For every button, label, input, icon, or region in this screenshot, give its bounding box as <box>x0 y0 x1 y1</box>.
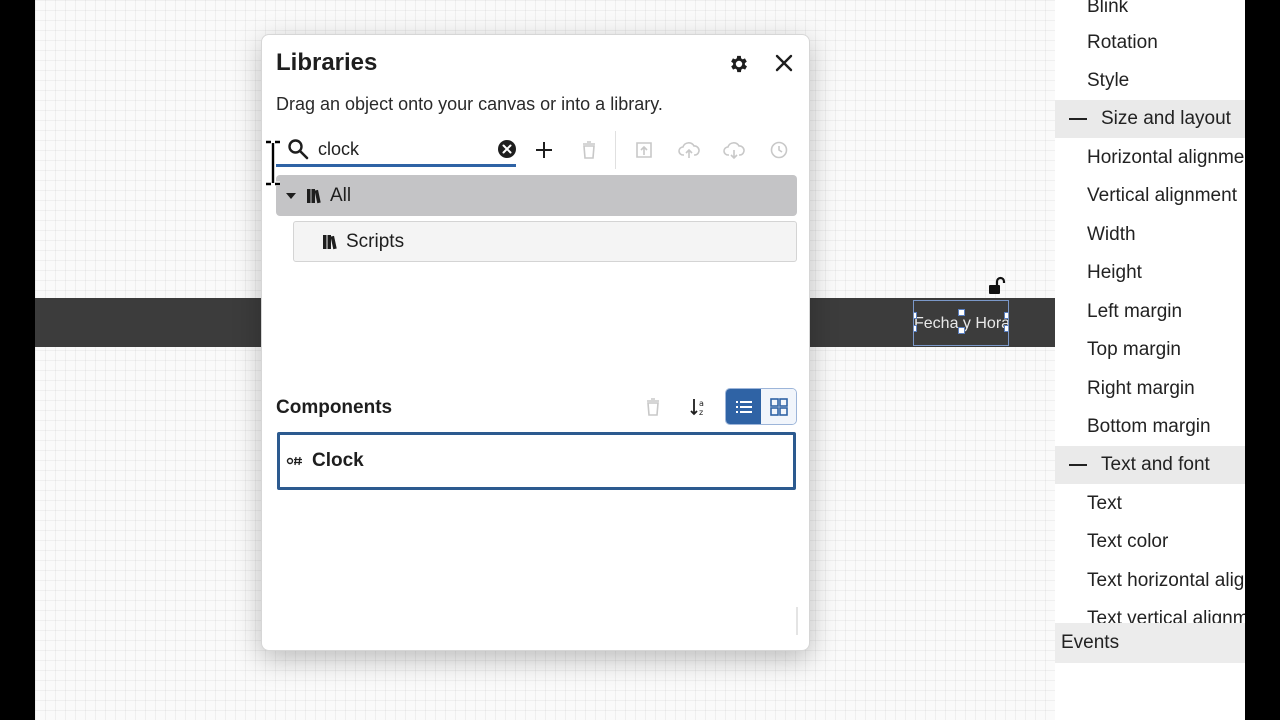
sort-icon[interactable]: a z <box>688 396 710 418</box>
dialog-subtitle: Drag an object onto your canvas or into … <box>276 94 663 114</box>
tree-node-scripts[interactable]: Scripts <box>293 221 797 262</box>
history-icon[interactable] <box>768 139 790 161</box>
svg-text:a: a <box>699 399 704 408</box>
search-box <box>276 133 516 167</box>
resize-handle[interactable] <box>1004 312 1008 319</box>
tree-node-all[interactable]: All <box>276 175 797 216</box>
list-view-icon <box>735 400 752 413</box>
resize-handle[interactable] <box>914 312 917 319</box>
section-size-and-layout[interactable]: Size and layout <box>1055 100 1245 138</box>
resize-handle[interactable] <box>958 309 965 316</box>
properties-panel: Blink Rotation Style Size and layout Hor… <box>1055 0 1245 720</box>
collapse-icon <box>1069 118 1087 120</box>
scrollbar[interactable] <box>796 607 798 635</box>
grid-view-icon <box>769 397 788 416</box>
tree-node-label: All <box>330 184 352 206</box>
prop-text-color[interactable]: Text color <box>1087 531 1168 553</box>
dialog-title: Libraries <box>276 49 378 76</box>
library-icon <box>323 234 337 249</box>
chevron-down-icon[interactable] <box>284 189 298 203</box>
prop-bottom-margin[interactable]: Bottom margin <box>1087 416 1211 438</box>
cloud-upload-icon[interactable] <box>678 139 700 161</box>
prop-right-margin[interactable]: Right margin <box>1087 378 1195 400</box>
collapse-icon <box>1069 464 1087 466</box>
libraries-dialog: Libraries Drag an object onto your canva… <box>261 34 810 651</box>
prop-top-margin[interactable]: Top margin <box>1087 339 1181 361</box>
component-icon <box>286 456 302 466</box>
close-icon[interactable] <box>772 51 796 75</box>
prop-text[interactable]: Text <box>1087 493 1122 515</box>
gear-icon[interactable] <box>728 53 750 75</box>
prop-vertical-alignment[interactable]: Vertical alignment <box>1087 185 1237 207</box>
tree-node-label: Scripts <box>346 230 405 252</box>
section-title: Text and font <box>1101 454 1210 475</box>
component-item-clock[interactable]: Clock <box>277 432 796 490</box>
window-edge <box>1245 0 1280 720</box>
resize-handle[interactable] <box>958 327 965 334</box>
lock-open-icon[interactable] <box>986 276 1006 296</box>
events-tab[interactable]: Events <box>1055 623 1245 663</box>
components-title: Components <box>276 397 393 418</box>
prop-left-margin[interactable]: Left margin <box>1087 301 1182 323</box>
section-text-and-font[interactable]: Text and font <box>1055 446 1245 484</box>
cloud-download-icon[interactable] <box>723 139 745 161</box>
clear-circle-icon[interactable] <box>497 139 517 159</box>
toolbar-divider <box>615 131 616 169</box>
library-icon <box>307 188 321 203</box>
search-input[interactable] <box>318 135 488 163</box>
view-mode-toggle <box>725 388 797 425</box>
resize-handle[interactable] <box>914 325 917 332</box>
prop-blink[interactable]: Blink <box>1087 0 1128 18</box>
prop-text-horizontal-alignment[interactable]: Text horizontal alignment <box>1087 570 1245 592</box>
plus-icon[interactable] <box>533 139 555 161</box>
prop-style[interactable]: Style <box>1087 70 1129 92</box>
trash-icon[interactable] <box>642 396 664 418</box>
prop-height[interactable]: Height <box>1087 262 1142 284</box>
search-icon <box>288 139 309 160</box>
canvas-text-widget[interactable]: Fecha y Hora <box>913 300 1009 346</box>
component-label: Clock <box>312 450 364 471</box>
prop-width[interactable]: Width <box>1087 224 1136 246</box>
resize-handle[interactable] <box>1004 325 1008 332</box>
text-cursor-icon <box>266 140 280 186</box>
section-title: Size and layout <box>1101 108 1231 129</box>
grid-view-button[interactable] <box>761 389 796 424</box>
move-to-library-icon[interactable] <box>633 139 655 161</box>
trash-icon[interactable] <box>578 139 600 161</box>
list-view-button[interactable] <box>726 389 761 424</box>
svg-text:z: z <box>699 408 703 417</box>
prop-horizontal-alignment[interactable]: Horizontal alignment <box>1087 147 1245 169</box>
prop-rotation[interactable]: Rotation <box>1087 32 1158 54</box>
